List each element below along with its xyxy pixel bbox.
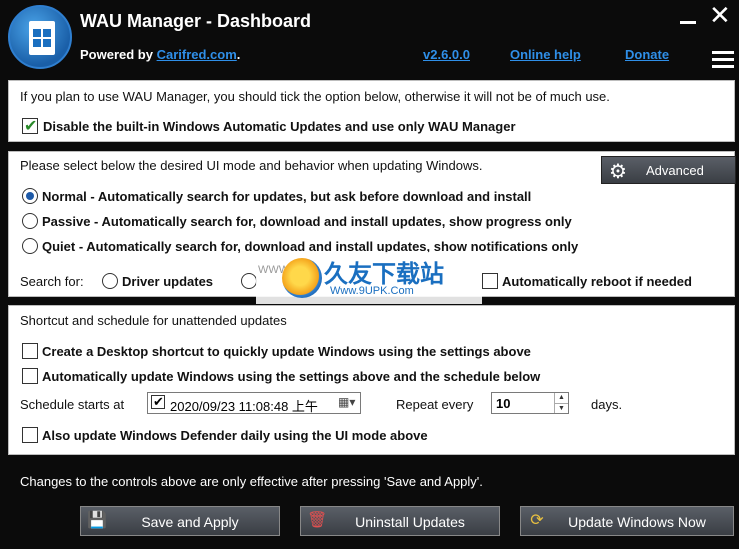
windows-logo-icon <box>33 29 51 47</box>
defender-checkbox[interactable] <box>22 427 38 443</box>
passive-mode-label[interactable]: Passive - Automatically search for, down… <box>42 214 572 229</box>
desktop-shortcut-checkbox[interactable] <box>22 343 38 359</box>
schedule-panel: Shortcut and schedule for unattended upd… <box>8 305 735 455</box>
defender-label[interactable]: Also update Windows Defender daily using… <box>42 428 428 443</box>
gear-icon: ⚙ <box>609 161 627 183</box>
desktop-shortcut-label[interactable]: Create a Desktop shortcut to quickly upd… <box>42 344 531 359</box>
auto-update-label[interactable]: Automatically update Windows using the s… <box>42 369 540 384</box>
repeat-every-label: Repeat every <box>396 397 474 412</box>
spin-down-icon[interactable]: ▼ <box>554 403 568 413</box>
window-title: WAU Manager - Dashboard <box>80 11 312 31</box>
search-for-label: Search for: <box>20 274 84 289</box>
calendar-dropdown-icon[interactable]: ▦▾ <box>338 395 355 409</box>
normal-mode-radio[interactable] <box>22 188 38 204</box>
app-logo <box>8 5 72 69</box>
disable-builtin-checkbox[interactable] <box>22 116 38 136</box>
uninstall-updates-button[interactable]: 🗑 Uninstall Updates <box>300 506 500 536</box>
schedule-starts-label: Schedule starts at <box>20 397 125 412</box>
watermark-overlay: WWW.9U 久友下载站 Www.9UPK.Com <box>256 252 482 304</box>
days-label: days. <box>591 397 623 412</box>
passive-mode-radio[interactable] <box>22 213 38 229</box>
footer-note: Changes to the controls above are only e… <box>20 474 483 489</box>
auto-reboot-label[interactable]: Automatically reboot if needed <box>502 274 692 289</box>
disable-wau-panel: If you plan to use WAU Manager, you shou… <box>8 80 735 142</box>
carifred-link[interactable]: Carifred.com <box>157 47 237 62</box>
schedule-datetime-value: 2020/09/23 11:08:48 上午 <box>170 399 318 414</box>
online-help-link[interactable]: Online help <box>510 47 581 62</box>
watermark-logo-icon <box>282 258 322 298</box>
ui-mode-intro: Please select below the desired UI mode … <box>20 158 483 173</box>
schedule-heading: Shortcut and schedule for unattended upd… <box>20 313 287 328</box>
disable-info-text: If you plan to use WAU Manager, you shou… <box>20 89 610 104</box>
version-link[interactable]: v2.6.0.0 <box>423 47 470 62</box>
advanced-button[interactable]: ⚙ Advanced <box>601 156 736 184</box>
close-button[interactable]: ✕ <box>709 2 731 28</box>
spin-up-icon[interactable]: ▲ <box>554 393 568 403</box>
driver-updates-radio[interactable] <box>102 273 118 289</box>
donate-link[interactable]: Donate <box>625 47 669 62</box>
watermark-url: Www.9UPK.Com <box>330 285 414 297</box>
menu-icon[interactable] <box>712 51 734 69</box>
update-windows-now-button[interactable]: ⟳ Update Windows Now <box>520 506 734 536</box>
schedule-datetime-picker[interactable]: 2020/09/23 11:08:48 上午 ▦▾ <box>147 392 361 414</box>
repeat-days-value: 10 <box>496 396 511 411</box>
header-bar: WAU Manager - Dashboard Powered by Carif… <box>0 0 739 78</box>
minimize-button[interactable] <box>680 21 696 24</box>
save-apply-button[interactable]: 💾 Save and Apply <box>80 506 280 536</box>
quiet-mode-radio[interactable] <box>22 238 38 254</box>
auto-reboot-checkbox[interactable] <box>482 273 498 289</box>
repeat-days-spinner[interactable]: 10 ▲ ▼ <box>491 392 569 414</box>
driver-updates-label[interactable]: Driver updates <box>122 274 213 289</box>
powered-by: Powered by Carifred.com. <box>80 47 241 62</box>
other-updates-radio[interactable] <box>241 273 257 289</box>
watermark-title: 久友下载站 <box>324 261 444 288</box>
normal-mode-label[interactable]: Normal - Automatically search for update… <box>42 189 531 204</box>
auto-update-checkbox[interactable] <box>22 368 38 384</box>
disable-builtin-label[interactable]: Disable the built-in Windows Automatic U… <box>43 119 516 134</box>
schedule-enabled-checkbox[interactable] <box>151 394 165 410</box>
